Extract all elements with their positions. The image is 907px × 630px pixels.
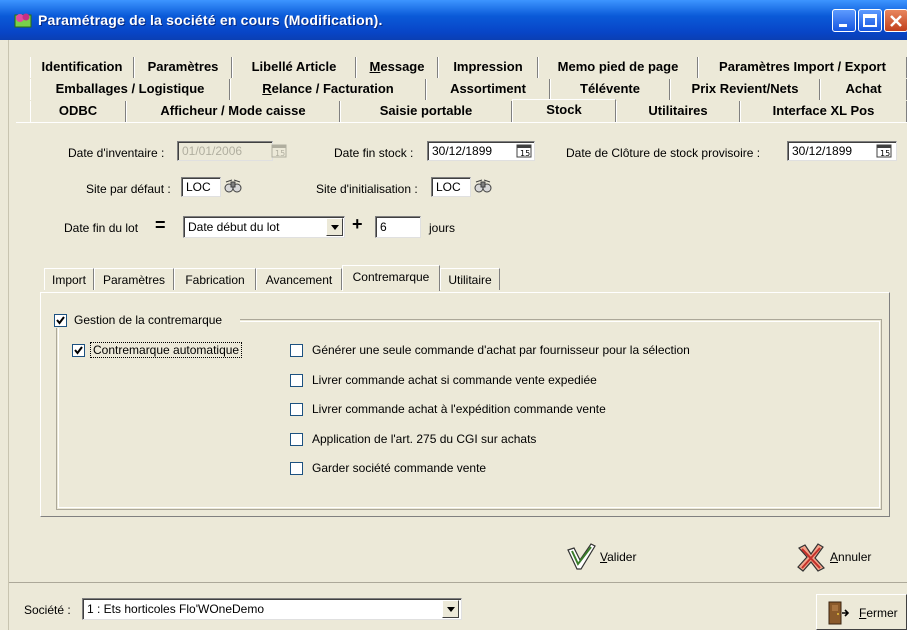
jours-label: jours <box>429 221 456 235</box>
svg-text:15: 15 <box>275 149 285 158</box>
tab-relance-facturation-label: elance / Facturation <box>271 81 394 96</box>
window-title: Paramétrage de la société en cours (Modi… <box>38 12 383 28</box>
subtab-import[interactable]: Import <box>44 268 94 290</box>
tab-parametres-import-export[interactable]: Paramètres Import / Export <box>698 57 907 78</box>
valider-button[interactable]: Valider <box>566 542 656 572</box>
annuler-button[interactable]: Annuler <box>796 542 886 572</box>
gestion-contremarque-label: Gestion de la contremarque <box>74 313 223 327</box>
tab-achat[interactable]: Achat <box>820 79 907 100</box>
calendar-icon[interactable]: 15 <box>516 144 532 158</box>
option-label-livrer-expedition: Livrer commande achat à l'expédition com… <box>312 402 606 416</box>
option-label-art-275: Application de l'art. 275 du CGI sur ach… <box>312 432 537 446</box>
site-defaut-field[interactable]: LOC <box>181 177 221 197</box>
societe-select[interactable]: 1 : Ets horticoles Flo'WOneDemo <box>82 598 462 620</box>
gestion-contremarque-checkbox[interactable] <box>54 314 67 327</box>
annuler-label-rest: nnuler <box>838 550 872 564</box>
check-mark-icon <box>56 316 65 325</box>
annuler-label: Annuler <box>830 550 872 564</box>
option-label-livrer-expediee: Livrer commande achat si commande vente … <box>312 373 597 387</box>
option-label-generer: Générer une seule commande d'achat par f… <box>312 343 690 357</box>
subtab-parametres[interactable]: Paramètres <box>94 268 174 290</box>
calendar-icon[interactable]: 15 <box>876 144 892 158</box>
tab-prix-revient-nets[interactable]: Prix Revient/Nets <box>670 79 820 100</box>
footer-divider <box>9 582 907 583</box>
tab-parametres[interactable]: Paramètres <box>134 57 232 78</box>
valider-label-rest: alider <box>607 550 637 564</box>
fermer-label: Fermer <box>859 606 898 620</box>
date-fin-lot-label: Date fin du lot <box>64 221 139 235</box>
tab-emballages-logistique[interactable]: Emballages / Logistique <box>30 79 230 100</box>
contremarque-auto-label: Contremarque automatique <box>90 342 243 358</box>
tab-impression[interactable]: Impression <box>438 57 538 78</box>
svg-text:15: 15 <box>880 149 890 158</box>
tab-relance-facturation[interactable]: Relance / Facturation <box>230 79 426 100</box>
tab-panel-border <box>16 122 907 123</box>
tab-identification[interactable]: Identification <box>30 57 134 78</box>
valider-label: Valider <box>600 550 637 564</box>
binoculars-icon[interactable] <box>474 178 492 194</box>
close-button[interactable] <box>884 9 907 32</box>
tab-odbc[interactable]: ODBC <box>30 101 126 122</box>
app-icon <box>14 13 32 28</box>
cancel-icon <box>797 543 825 572</box>
tab-assortiment[interactable]: Assortiment <box>426 79 550 100</box>
svg-text:15: 15 <box>520 149 530 158</box>
tab-stock[interactable]: Stock <box>512 99 616 123</box>
check-mark-icon <box>74 346 83 355</box>
site-init-label: Site d'initialisation : <box>316 182 418 196</box>
check-icon <box>567 543 596 570</box>
option-checkbox-livrer-expedition[interactable] <box>290 403 303 416</box>
tab-interface-xl-pos[interactable]: Interface XL Pos <box>740 101 907 122</box>
site-init-field[interactable]: LOC <box>431 177 471 197</box>
contremarque-auto-checkbox[interactable] <box>72 344 85 357</box>
option-checkbox-livrer-expediee[interactable] <box>290 374 303 387</box>
equals-sign: = <box>155 215 166 235</box>
tab-saisie-portable[interactable]: Saisie portable <box>340 101 512 122</box>
date-inventaire-field: 01/01/2006 <box>177 141 273 161</box>
fermer-button[interactable]: Fermer <box>816 594 907 630</box>
jours-field[interactable]: 6 <box>375 216 421 238</box>
option-checkbox-garder-societe[interactable] <box>290 462 303 475</box>
societe-value: 1 : Ets horticoles Flo'WOneDemo <box>87 602 265 616</box>
subtab-contremarque[interactable]: Contremarque <box>342 265 440 291</box>
fermer-label-rest: ermer <box>866 606 898 620</box>
calendar-icon: 15 <box>271 144 287 158</box>
window-left-edge <box>0 40 9 630</box>
date-debut-lot-value: Date début du lot <box>188 220 280 234</box>
subtab-utilitaire[interactable]: Utilitaire <box>440 268 500 290</box>
minimize-button[interactable] <box>832 9 856 32</box>
tab-libelle-article[interactable]: Libellé Article <box>232 57 356 78</box>
option-checkbox-art-275[interactable] <box>290 433 303 446</box>
maximize-button[interactable] <box>858 9 882 32</box>
chevron-down-icon <box>447 607 455 612</box>
tab-message[interactable]: Message <box>356 57 438 78</box>
tab-televente[interactable]: Télévente <box>550 79 670 100</box>
site-defaut-label: Site par défaut : <box>86 182 171 196</box>
date-debut-lot-dropdown-button[interactable] <box>326 218 343 236</box>
subtab-avancement[interactable]: Avancement <box>256 268 342 290</box>
date-inventaire-label: Date d'inventaire : <box>68 146 165 160</box>
tab-utilitaires[interactable]: Utilitaires <box>616 101 740 122</box>
subtab-fabrication[interactable]: Fabrication <box>174 268 256 290</box>
plus-sign: + <box>352 214 363 234</box>
tab-memo-pied-de-page[interactable]: Memo pied de page <box>538 57 698 78</box>
tab-message-label: essage <box>380 59 425 74</box>
chevron-down-icon <box>331 225 339 230</box>
date-cloture-label: Date de Clôture de stock provisoire : <box>566 146 761 160</box>
title-bar: Paramétrage de la société en cours (Modi… <box>0 0 907 40</box>
tab-afficheur-mode-caisse[interactable]: Afficheur / Mode caisse <box>126 101 340 122</box>
societe-dropdown-button[interactable] <box>442 600 459 618</box>
date-fin-stock-label: Date fin stock : <box>334 146 414 160</box>
door-exit-icon <box>828 601 850 625</box>
date-debut-lot-select[interactable]: Date début du lot <box>183 216 345 238</box>
option-checkbox-generer[interactable] <box>290 344 303 357</box>
option-label-garder-societe: Garder société commande vente <box>312 461 487 475</box>
binoculars-icon[interactable] <box>224 178 242 194</box>
societe-label: Société : <box>24 603 71 617</box>
